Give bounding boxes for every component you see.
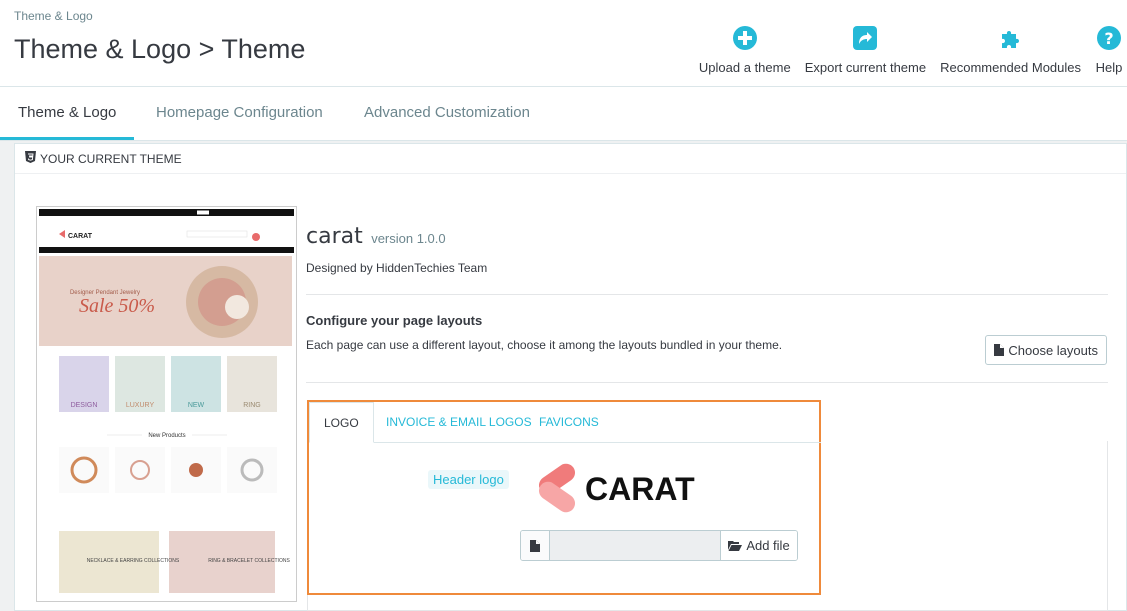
upload-theme-button[interactable]: Upload a theme [699,24,791,75]
layouts-title: Configure your page layouts [306,313,483,328]
preview-cat-new: NEW [188,402,205,409]
logo-tabs: LOGO INVOICE & EMAIL LOGOS FAVICONS [309,402,821,443]
recommended-modules-button[interactable]: Recommended Modules [940,24,1081,75]
svg-text:?: ? [1104,29,1113,48]
header-logo-label: Header logo [428,470,509,489]
theme-version: version 1.0.0 [371,231,446,246]
page-header: Theme & Logo Theme & Logo > Theme Upload… [0,0,1127,87]
html5-icon [25,151,36,166]
preview-collection-1: NECKLACE & EARRING COLLECTIONS [87,558,180,564]
preview-new-products: New Products [148,433,185,439]
share-icon [851,24,879,52]
tab-invoice-email-logos[interactable]: INVOICE & EMAIL LOGOS [372,402,546,443]
plus-circle-icon [731,24,759,52]
tab-theme-logo[interactable]: Theme & Logo [0,87,135,140]
page-title: Theme & Logo > Theme [14,34,306,64]
theme-preview-image: CARAT Designer Pendant Jewelry Sale 50% … [36,206,297,602]
file-icon [994,344,1005,356]
toolbar: Upload a theme Export current theme Reco… [699,24,1127,75]
choose-layouts-button[interactable]: Choose layouts [985,335,1107,365]
puzzle-icon [997,24,1025,52]
preview-cat-luxury: LUXURY [126,402,155,409]
header-logo-image: CARAT [525,462,695,516]
help-label: Help [1095,60,1123,75]
choose-layouts-label: Choose layouts [1008,342,1098,358]
theme-author: Designed by HiddenTechies Team [306,261,488,275]
recommended-modules-label: Recommended Modules [940,60,1081,75]
help-icon: ? [1095,24,1123,52]
tab-homepage-configuration[interactable]: Homepage Configuration [138,87,341,140]
file-name-field[interactable] [550,531,721,560]
tab-favicons[interactable]: FAVICONS [525,402,613,443]
folder-open-icon [728,540,743,551]
add-file-button[interactable]: Add file [721,531,797,560]
tab-advanced-customization[interactable]: Advanced Customization [346,87,548,140]
help-button[interactable]: ? Help [1095,24,1123,75]
export-theme-label: Export current theme [804,60,927,75]
upload-theme-label: Upload a theme [698,60,791,75]
preview-brand: CARAT [68,233,93,240]
header-logo-text: CARAT [585,471,695,507]
file-icon [521,531,550,560]
tab-logo[interactable]: LOGO [309,402,374,443]
panel-heading-text: YOUR CURRENT THEME [40,151,182,166]
main-tabs: Theme & Logo Homepage Configuration Adva… [0,87,1127,141]
divider [306,294,1108,295]
panel-heading: YOUR CURRENT THEME [15,144,1126,174]
current-theme-panel: YOUR CURRENT THEME CARAT Designer Pendan… [14,143,1127,611]
preview-collection-2: RING & BRACELET COLLECTIONS [208,558,290,564]
preview-banner-big: Sale 50% [79,295,155,317]
divider [306,382,1108,383]
export-theme-button[interactable]: Export current theme [805,24,926,75]
logo-section: LOGO INVOICE & EMAIL LOGOS FAVICONS Head… [307,400,821,595]
theme-name: carat [306,224,363,249]
preview-cat-ring: RING [243,402,261,409]
breadcrumb[interactable]: Theme & Logo [14,9,93,23]
logo-file-input[interactable]: Add file [520,530,798,561]
preview-cat-design: DESIGN [71,402,98,409]
add-file-label: Add file [746,538,790,553]
